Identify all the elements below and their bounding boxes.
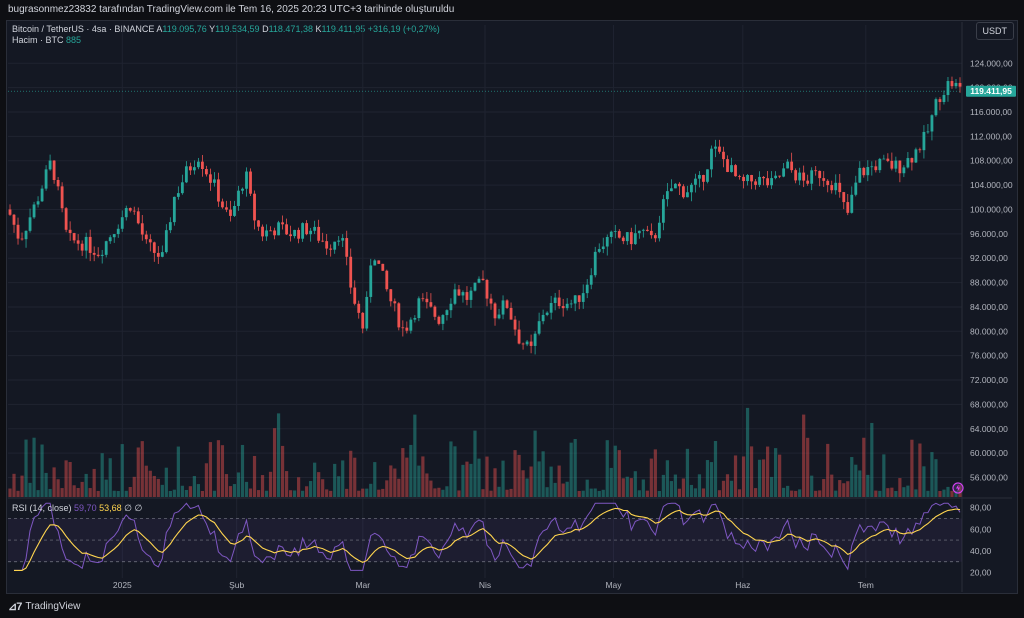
- high-value: 119.534,59: [215, 24, 260, 34]
- symbol-label[interactable]: Bitcoin / TetherUS · 4sa · BINANCE: [12, 24, 154, 34]
- rsi-ma-value: 53,68: [99, 503, 122, 513]
- chart-caption: bugrasonmez23832 tarafından TradingView.…: [8, 4, 455, 15]
- tradingview-logo-icon: ⊿7: [8, 601, 22, 613]
- footer-brand[interactable]: ⊿7 TradingView: [8, 600, 80, 613]
- close-value: 119.411,95: [321, 24, 366, 34]
- volume-label[interactable]: Hacim · BTC: [12, 35, 64, 45]
- symbol-legend: Bitcoin / TetherUS · 4sa · BINANCE A119.…: [12, 24, 440, 46]
- volume-value: 885: [66, 35, 82, 45]
- rsi-extra-2: ∅: [134, 503, 143, 513]
- brand-name: TradingView: [25, 601, 81, 612]
- rsi-label[interactable]: RSI (14, close): [12, 503, 72, 513]
- rsi-extra-1: ∅: [124, 503, 132, 513]
- low-value: 118.471,38: [268, 24, 313, 34]
- change-value: +316,19 (+0,27%): [367, 24, 440, 34]
- open-value: 119.095,76: [162, 24, 207, 34]
- currency-button[interactable]: USDT: [975, 22, 1014, 40]
- rsi-legend: RSI (14, close) 59,70 53,68 ∅ ∅: [12, 503, 142, 514]
- rsi-value: 59,70: [74, 503, 97, 513]
- chart-frame[interactable]: [6, 20, 1018, 594]
